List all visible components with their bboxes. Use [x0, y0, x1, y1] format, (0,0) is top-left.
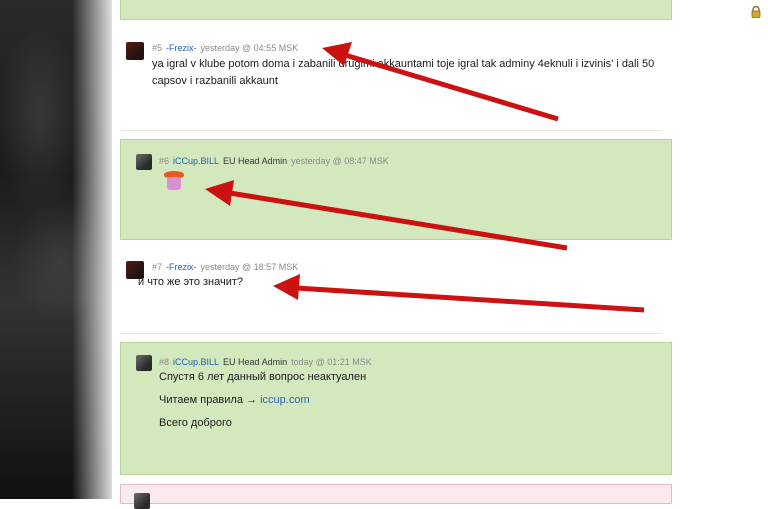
post-meta: #7 -Frezix-yesterday @ 18:57 MSK — [152, 262, 298, 272]
post-admin-previous — [120, 0, 672, 20]
author-link[interactable]: iCCup.BILL — [173, 357, 219, 367]
post-time: yesterday @ 18:57 MSK — [200, 262, 299, 272]
background-art — [0, 0, 112, 499]
divider — [120, 333, 662, 334]
post-time: yesterday @ 08:47 MSK — [291, 156, 389, 166]
post-text-line-3: Всего доброго — [159, 417, 232, 429]
avatar[interactable] — [126, 42, 144, 60]
post-meta: #8 iCCup.BILL EU Head Admin today @ 01:21 M… — [159, 357, 372, 367]
post-number[interactable]: #7 — [152, 262, 162, 272]
post-5: #5 -Frezix-yesterday @ 04:55 MSK ya igral… — [120, 38, 672, 118]
thread-content: #5 -Frezix-yesterday @ 04:55 MSK ya igral… — [120, 0, 672, 509]
divider — [120, 130, 662, 131]
post-time: today @ 01:21 MSK — [291, 357, 372, 367]
post-meta: #6 iCCup.BILL EU Head Admin yesterday @ 08:… — [159, 156, 389, 166]
author-link[interactable]: -Frezix- — [166, 43, 197, 53]
post-text-line-2: Читаем правила → iccup.com — [159, 392, 310, 409]
post-7: #7 -Frezix-yesterday @ 18:57 MSK и что же… — [120, 258, 672, 318]
post-text-line-1: Спустя 6 лет данный вопрос неактуален — [159, 371, 367, 383]
avatar[interactable] — [136, 154, 152, 170]
emoji-sticker-icon — [163, 171, 185, 191]
avatar[interactable] — [136, 355, 152, 371]
post-time: yesterday @ 04:55 MSK — [200, 43, 299, 53]
post-6: #6 iCCup.BILL EU Head Admin yesterday @ 08:… — [120, 139, 672, 240]
post-number[interactable]: #5 — [152, 43, 162, 53]
rules-prefix: Читаем правила → — [159, 394, 258, 406]
author-role: EU Head Admin — [223, 357, 288, 367]
post-next-partial — [120, 484, 672, 509]
author-link[interactable]: -Frezix- — [166, 262, 197, 272]
post-number[interactable]: #6 — [159, 156, 169, 166]
avatar[interactable] — [134, 493, 150, 509]
post-text: и что же это значит? — [138, 276, 244, 288]
rules-link[interactable]: iccup.com — [260, 394, 310, 406]
post-text: ya igral v klube potom doma i zabanili d… — [152, 58, 655, 87]
lock-icon — [751, 6, 761, 18]
post-8: #8 iCCup.BILL EU Head Admin today @ 01:21 M… — [120, 342, 672, 475]
author-link[interactable]: iCCup.BILL — [173, 156, 219, 166]
post-meta: #5 -Frezix-yesterday @ 04:55 MSK — [152, 43, 298, 53]
author-role: EU Head Admin — [223, 156, 288, 166]
post-number[interactable]: #8 — [159, 357, 169, 367]
